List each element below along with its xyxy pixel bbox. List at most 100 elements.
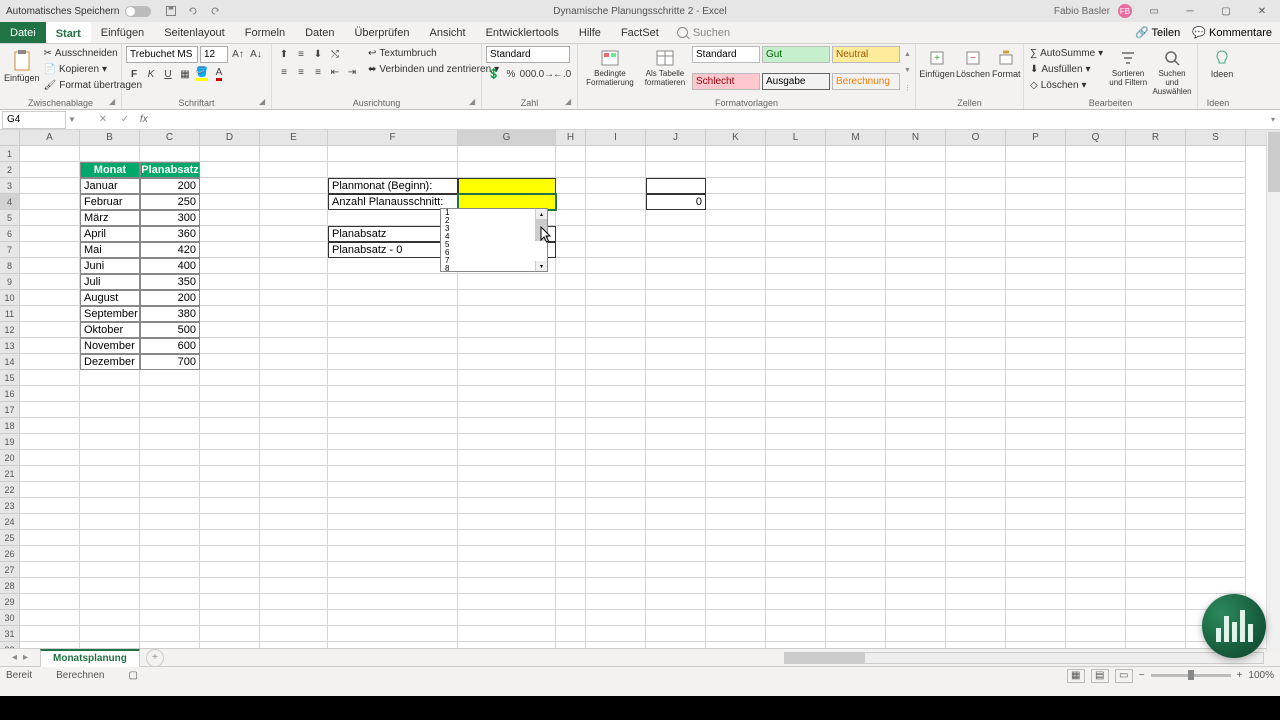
cell-J27[interactable] [646, 562, 706, 578]
cell-Q9[interactable] [1066, 274, 1126, 290]
cell-B6[interactable]: April [80, 226, 140, 242]
cell-L2[interactable] [766, 162, 826, 178]
cell-A5[interactable] [20, 210, 80, 226]
cell-M31[interactable] [826, 626, 886, 642]
cell-C10[interactable]: 200 [140, 290, 200, 306]
cell-R29[interactable] [1126, 594, 1186, 610]
cell-P25[interactable] [1006, 530, 1066, 546]
cell-I14[interactable] [586, 354, 646, 370]
cell-P13[interactable] [1006, 338, 1066, 354]
wrap-text-button[interactable]: ↩ Textumbruch [366, 46, 501, 61]
cell-R3[interactable] [1126, 178, 1186, 194]
cell-D18[interactable] [200, 418, 260, 434]
cell-N2[interactable] [886, 162, 946, 178]
cell-E17[interactable] [260, 402, 328, 418]
cell-Q30[interactable] [1066, 610, 1126, 626]
cell-N27[interactable] [886, 562, 946, 578]
cell-M1[interactable] [826, 146, 886, 162]
cell-C23[interactable] [140, 498, 200, 514]
cell-L19[interactable] [766, 434, 826, 450]
cell-A7[interactable] [20, 242, 80, 258]
cell-F19[interactable] [328, 434, 458, 450]
cell-L4[interactable] [766, 194, 826, 210]
cell-S13[interactable] [1186, 338, 1246, 354]
cell-A2[interactable] [20, 162, 80, 178]
align-left-icon[interactable]: ≡ [276, 64, 292, 80]
cell-P29[interactable] [1006, 594, 1066, 610]
cell-N14[interactable] [886, 354, 946, 370]
cell-R19[interactable] [1126, 434, 1186, 450]
cell-K18[interactable] [706, 418, 766, 434]
cell-H28[interactable] [556, 578, 586, 594]
spreadsheet-grid[interactable]: ABCDEFGHIJKLMNOPQRS 12MonatPlanabsatz3Ja… [0, 130, 1280, 648]
cell-N18[interactable] [886, 418, 946, 434]
cell-H29[interactable] [556, 594, 586, 610]
decrease-font-icon[interactable]: A↓ [248, 46, 264, 62]
col-header-D[interactable]: D [200, 130, 260, 145]
cell-I19[interactable] [586, 434, 646, 450]
cell-K7[interactable] [706, 242, 766, 258]
sheet-tab-monatsplanung[interactable]: Monatsplanung [40, 649, 140, 667]
menu-daten[interactable]: Daten [295, 22, 344, 43]
cell-E12[interactable] [260, 322, 328, 338]
cell-L26[interactable] [766, 546, 826, 562]
col-header-R[interactable]: R [1126, 130, 1186, 145]
cell-R22[interactable] [1126, 482, 1186, 498]
autosave-toggle[interactable]: Automatisches Speichern [0, 6, 151, 17]
cell-O24[interactable] [946, 514, 1006, 530]
cell-B14[interactable]: Dezember [80, 354, 140, 370]
font-color-button[interactable]: A [211, 66, 227, 82]
cell-R1[interactable] [1126, 146, 1186, 162]
cell-H9[interactable] [556, 274, 586, 290]
cell-J7[interactable] [646, 242, 706, 258]
orientation-icon[interactable]: ⤭ [327, 46, 343, 62]
cell-L16[interactable] [766, 386, 826, 402]
cell-A26[interactable] [20, 546, 80, 562]
cell-R4[interactable] [1126, 194, 1186, 210]
cell-O29[interactable] [946, 594, 1006, 610]
cell-Q25[interactable] [1066, 530, 1126, 546]
cell-C5[interactable]: 300 [140, 210, 200, 226]
cell-E20[interactable] [260, 450, 328, 466]
cell-B20[interactable] [80, 450, 140, 466]
cell-A22[interactable] [20, 482, 80, 498]
cell-G21[interactable] [458, 466, 556, 482]
col-header-K[interactable]: K [706, 130, 766, 145]
cell-A21[interactable] [20, 466, 80, 482]
cell-S23[interactable] [1186, 498, 1246, 514]
col-header-J[interactable]: J [646, 130, 706, 145]
cell-L31[interactable] [766, 626, 826, 642]
cell-R30[interactable] [1126, 610, 1186, 626]
cell-O22[interactable] [946, 482, 1006, 498]
align-launcher[interactable]: ◢ [469, 97, 479, 107]
cancel-formula-icon[interactable]: ✕ [94, 112, 112, 128]
cell-O30[interactable] [946, 610, 1006, 626]
cell-P1[interactable] [1006, 146, 1066, 162]
cell-R15[interactable] [1126, 370, 1186, 386]
cell-D17[interactable] [200, 402, 260, 418]
cell-N30[interactable] [886, 610, 946, 626]
cell-B13[interactable]: November [80, 338, 140, 354]
cell-C24[interactable] [140, 514, 200, 530]
cell-H3[interactable] [556, 178, 586, 194]
row-header-5[interactable]: 5 [0, 210, 20, 226]
cell-S7[interactable] [1186, 242, 1246, 258]
cell-S5[interactable] [1186, 210, 1246, 226]
cell-A24[interactable] [20, 514, 80, 530]
cell-P20[interactable] [1006, 450, 1066, 466]
cell-M17[interactable] [826, 402, 886, 418]
row-header-11[interactable]: 11 [0, 306, 20, 322]
cell-J1[interactable] [646, 146, 706, 162]
cell-L18[interactable] [766, 418, 826, 434]
cell-M26[interactable] [826, 546, 886, 562]
cell-C7[interactable]: 420 [140, 242, 200, 258]
cell-P9[interactable] [1006, 274, 1066, 290]
cell-B16[interactable] [80, 386, 140, 402]
row-header-32[interactable]: 32 [0, 642, 20, 648]
cell-J4[interactable]: 0 [646, 194, 706, 210]
cell-S22[interactable] [1186, 482, 1246, 498]
cell-A25[interactable] [20, 530, 80, 546]
share-button[interactable]: 🔗 Teilen [1135, 26, 1180, 39]
cell-P26[interactable] [1006, 546, 1066, 562]
cell-I3[interactable] [586, 178, 646, 194]
